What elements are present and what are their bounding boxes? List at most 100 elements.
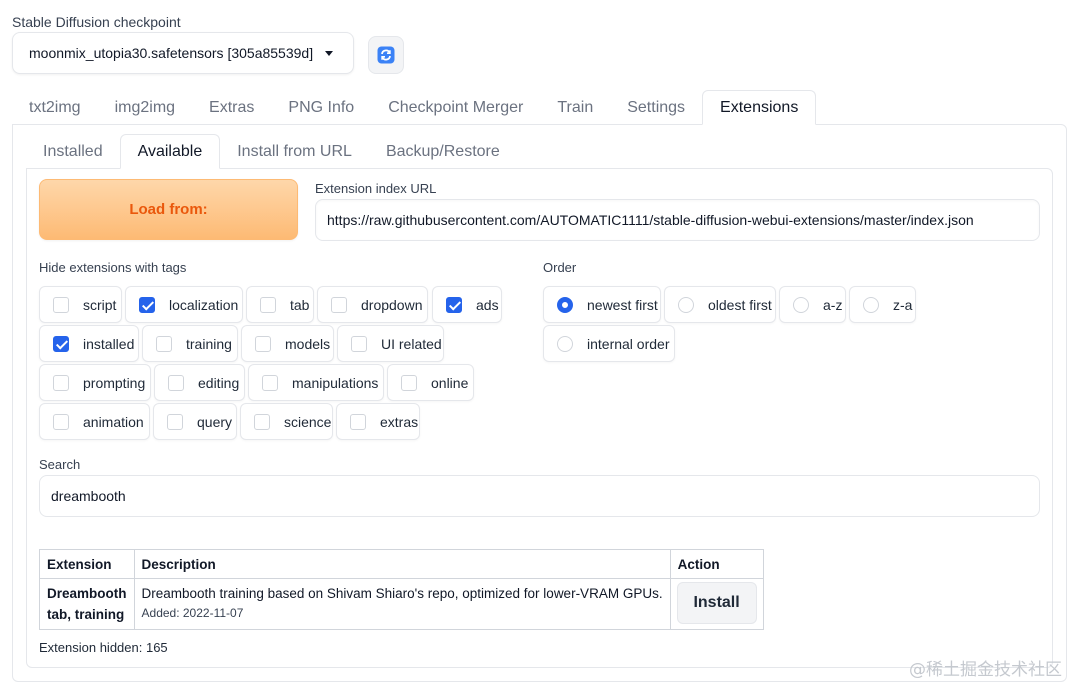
tag-checkbox-query[interactable]: query xyxy=(153,403,237,440)
checkbox-icon[interactable] xyxy=(156,335,172,352)
checkbox-icon[interactable] xyxy=(167,413,183,430)
tab-img2img[interactable]: img2img xyxy=(98,90,192,125)
tag-checkbox-prompting[interactable]: prompting xyxy=(39,364,151,401)
tag-checkbox-installed[interactable]: installed xyxy=(39,325,139,362)
index-url-input[interactable]: https://raw.githubusercontent.com/AUTOMA… xyxy=(315,199,1040,241)
checkbox-icon[interactable] xyxy=(401,374,417,391)
order-radio-internal-order[interactable]: internal order xyxy=(543,325,675,362)
sub-tab-bar: Installed Available Install from URL Bac… xyxy=(26,134,517,169)
tag-label: manipulations xyxy=(292,374,379,391)
extensions-hidden-count: Extension hidden: 165 xyxy=(39,640,168,655)
tag-checkbox-tab[interactable]: tab xyxy=(246,286,314,323)
tab-backup-restore[interactable]: Backup/Restore xyxy=(369,134,517,169)
order-radio-newest-first[interactable]: newest first xyxy=(543,286,661,323)
checkbox-icon[interactable] xyxy=(331,296,347,313)
tab-installed[interactable]: Installed xyxy=(26,134,120,169)
checkbox-icon[interactable] xyxy=(350,413,366,430)
tag-label: online xyxy=(431,374,469,391)
checkbox-icon[interactable] xyxy=(53,374,69,391)
tag-label: editing xyxy=(198,374,240,391)
extension-name[interactable]: Dreambooth xyxy=(47,583,127,604)
tab-extras[interactable]: Extras xyxy=(192,90,271,125)
tag-checkbox-script[interactable]: script xyxy=(39,286,122,323)
checkpoint-selected-value: moonmix_utopia30.safetensors [305a85539d… xyxy=(29,45,314,61)
index-url-label: Extension index URL xyxy=(315,181,437,196)
tag-checkbox-models[interactable]: models xyxy=(241,325,334,362)
checkbox-icon[interactable] xyxy=(254,413,270,430)
radio-icon[interactable] xyxy=(863,296,879,313)
tab-extensions[interactable]: Extensions xyxy=(702,90,817,125)
tag-checkbox-localization[interactable]: localization xyxy=(125,286,243,323)
tab-install-from-url[interactable]: Install from URL xyxy=(220,134,369,169)
tag-label: dropdown xyxy=(361,296,423,313)
checkbox-icon[interactable] xyxy=(168,374,184,391)
tab-txt2img[interactable]: txt2img xyxy=(12,90,98,125)
extension-description: Dreambooth training based on Shivam Shia… xyxy=(141,586,663,601)
tag-checkbox-editing[interactable]: editing xyxy=(154,364,245,401)
tag-label: prompting xyxy=(83,374,146,391)
checkpoint-dropdown[interactable]: moonmix_utopia30.safetensors [305a85539d… xyxy=(12,32,354,74)
checkpoint-label: Stable Diffusion checkpoint xyxy=(12,14,181,30)
tag-label: installed xyxy=(83,335,135,352)
load-from-button[interactable]: Load from: xyxy=(39,179,298,240)
install-button[interactable]: Install xyxy=(676,582,757,624)
chevron-down-icon xyxy=(325,50,333,56)
tag-label: models xyxy=(285,335,331,352)
column-header-action: Action xyxy=(669,549,764,579)
search-input[interactable]: dreambooth xyxy=(39,475,1040,517)
radio-selected-icon[interactable] xyxy=(557,296,573,313)
tab-png-info[interactable]: PNG Info xyxy=(271,90,371,125)
tab-settings[interactable]: Settings xyxy=(610,90,702,125)
tag-label: UI related xyxy=(381,335,442,352)
order-option-label: internal order xyxy=(587,335,670,352)
extension-added-date: Added: 2022-11-07 xyxy=(141,606,244,620)
tag-checkbox-extras[interactable]: extras xyxy=(336,403,420,440)
table-row: Dreambooth tab, training Dreambooth trai… xyxy=(39,578,764,630)
checkbox-icon[interactable] xyxy=(351,335,367,352)
tab-train[interactable]: Train xyxy=(540,90,610,125)
checkbox-icon[interactable] xyxy=(260,296,276,313)
order-radio-a-z[interactable]: a-z xyxy=(779,286,846,323)
tag-label: tab xyxy=(290,296,310,313)
search-label: Search xyxy=(39,457,81,472)
column-header-extension: Extension xyxy=(39,549,135,579)
order-option-label: a-z xyxy=(823,296,843,313)
checkbox-icon[interactable] xyxy=(255,335,271,352)
tag-label: animation xyxy=(83,413,144,430)
tag-checkbox-science[interactable]: science xyxy=(240,403,333,440)
tag-label: query xyxy=(197,413,233,430)
tag-checkbox-online[interactable]: online xyxy=(387,364,474,401)
order-option-label: newest first xyxy=(587,296,658,313)
tag-checkbox-ads[interactable]: ads xyxy=(432,286,502,323)
order-radio-z-a[interactable]: z-a xyxy=(849,286,916,323)
tag-checkbox-training[interactable]: training xyxy=(142,325,238,362)
checkbox-checked-icon[interactable] xyxy=(53,335,69,352)
main-tab-bar: txt2img img2img Extras PNG Info Checkpoi… xyxy=(12,90,817,125)
radio-icon[interactable] xyxy=(793,296,809,313)
tag-checkbox-dropdown[interactable]: dropdown xyxy=(317,286,428,323)
tab-available[interactable]: Available xyxy=(119,134,221,169)
refresh-checkpoint-button[interactable] xyxy=(368,36,404,74)
tag-checkbox-animation[interactable]: animation xyxy=(39,403,150,440)
extensions-table: Extension Description Action Dreambooth … xyxy=(39,549,764,630)
tab-checkpoint-merger[interactable]: Checkpoint Merger xyxy=(371,90,540,125)
checkbox-checked-icon[interactable] xyxy=(446,296,462,313)
tag-checkbox-ui-related[interactable]: UI related xyxy=(337,325,444,362)
checkbox-icon[interactable] xyxy=(53,296,69,313)
radio-icon[interactable] xyxy=(557,335,573,352)
tag-label: science xyxy=(284,413,332,430)
order-label: Order xyxy=(543,260,577,275)
checkbox-icon[interactable] xyxy=(262,374,278,391)
checkbox-checked-icon[interactable] xyxy=(139,296,155,313)
extension-name-cell: Dreambooth tab, training xyxy=(39,578,135,630)
hide-tags-label: Hide extensions with tags xyxy=(39,260,187,275)
radio-icon[interactable] xyxy=(678,296,694,313)
watermark: @稀土掘金技术社区 xyxy=(909,660,1062,680)
order-option-label: oldest first xyxy=(708,296,772,313)
order-radio-oldest-first[interactable]: oldest first xyxy=(664,286,776,323)
extension-tags: tab, training xyxy=(47,607,125,622)
checkbox-icon[interactable] xyxy=(53,413,69,430)
tag-checkbox-manipulations[interactable]: manipulations xyxy=(248,364,384,401)
tag-label: training xyxy=(186,335,232,352)
order-option-label: z-a xyxy=(893,296,913,313)
